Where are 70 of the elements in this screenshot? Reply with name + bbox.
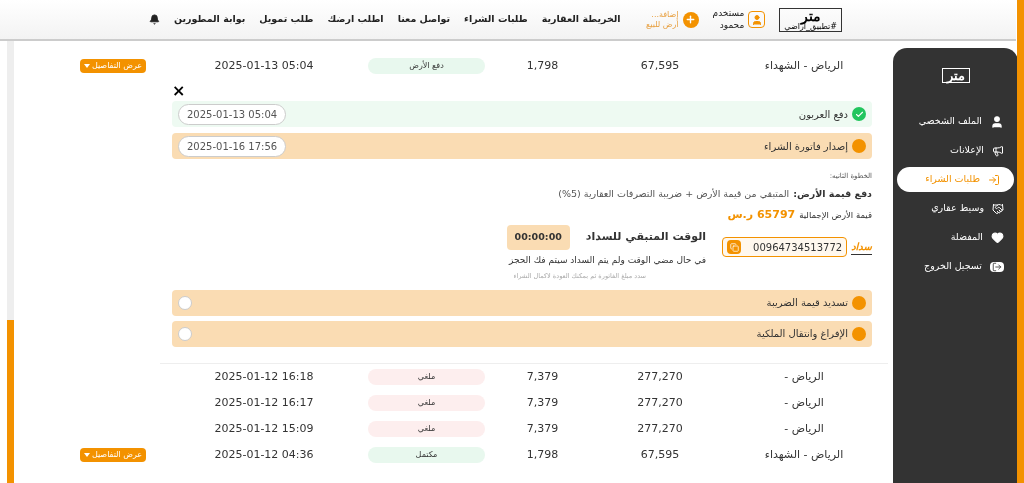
bill-number-field[interactable]: 00964734513772 [722, 237, 848, 258]
login-icon [988, 173, 1000, 186]
price-cell-text: 277,270 [636, 394, 684, 411]
step-label: تسديد قيمة الضريبة [766, 296, 848, 311]
location-cell-text: الرياض - [783, 368, 825, 385]
area-cell-text: 7,379 [525, 368, 560, 385]
date-cell-text: 2025-01-12 16:17 [213, 394, 315, 411]
area-cell-text: 7,379 [525, 420, 560, 437]
status-badge: ملغي [368, 420, 485, 437]
nav-link[interactable]: طلب تمويل [259, 12, 314, 27]
price-cell-text: 67,595 [639, 57, 681, 74]
user-name: محمود [718, 19, 745, 31]
location-cell-text: الرياض - [783, 420, 825, 437]
copy-icon[interactable] [727, 240, 742, 255]
step-label: الإفراغ وانتقال الملكية [756, 327, 848, 342]
step-date: 2025-01-13 05:04 [178, 103, 287, 125]
avatar-icon[interactable] [748, 11, 766, 28]
step-label: دفع العربون [798, 107, 848, 122]
location-cell-text: الرياض - الشهداء [763, 57, 845, 74]
area-cell-text: 7,379 [525, 394, 560, 411]
sidebar-item[interactable]: وسيط عقاري [893, 196, 1018, 221]
area-cell-text: 1,798 [525, 57, 560, 74]
status-badge: ملغي [368, 394, 485, 411]
sidebar-item[interactable]: المفضلة [893, 225, 1018, 250]
price-cell-text: 67,595 [639, 446, 681, 463]
total-amount: 65797 ر.س [727, 206, 796, 223]
sidebar-item[interactable]: الملف الشخصي [893, 109, 1018, 134]
nav-link[interactable]: تواصل معنا [397, 12, 451, 27]
area-cell-text: 1,798 [525, 446, 560, 463]
step-date: 2025-01-16 17:56 [178, 135, 287, 157]
location-cell-text: الرياض - الشهداء [763, 446, 845, 463]
date-cell-text: 2025-01-12 16:18 [213, 368, 315, 385]
warning-text: في حال مضي الوقت ولم يتم السداد سيتم فك الحجز [507, 253, 707, 267]
price-cell-text: 277,270 [636, 368, 684, 385]
status-badge: ملغي [368, 368, 485, 385]
status-badge: دفع الأرض [368, 58, 485, 74]
remaining-label: الوقت المتبقي للسداد [585, 229, 707, 246]
add-icon[interactable] [682, 11, 699, 28]
check-icon [852, 107, 866, 121]
bell-icon[interactable] [148, 14, 160, 25]
step-label: إصدار فاتورة الشراء [763, 139, 848, 154]
step-description: المتبقي من قيمة الأرض + ضريبة التصرفات العقارية (5%) [558, 186, 790, 201]
close-button[interactable]: × [172, 83, 186, 99]
countdown-timer: 00:00:00 [506, 225, 570, 250]
nav-link[interactable]: الخريطة العقارية [541, 12, 621, 27]
nav-link[interactable]: طلبات الشراء [464, 12, 528, 27]
total-label: قيمة الأرض الإجمالية [799, 208, 872, 222]
logout-icon [990, 261, 1004, 272]
sidebar-item[interactable]: تسجيل الخروج [893, 254, 1018, 279]
nav-link[interactable]: بوابة المطورين [173, 12, 246, 27]
status-badge: مكتمل [368, 446, 485, 463]
logo[interactable]: متر #تطبيق_أراضي [779, 7, 842, 32]
sidebar-item[interactable]: الإعلانات [893, 138, 1018, 163]
caret-icon [83, 64, 90, 68]
handshake-icon [992, 202, 1004, 215]
nav-link[interactable]: اطلب ارضك [327, 12, 384, 27]
sadad-logo: سداد [851, 239, 872, 256]
radio-icon [178, 326, 192, 341]
heart-icon [991, 231, 1004, 244]
user-icon [990, 114, 1004, 129]
radio-icon [178, 295, 192, 310]
date-cell-text: 2025-01-13 05:04 [213, 57, 315, 74]
location-cell-text: الرياض - [783, 394, 825, 411]
megaphone-icon [992, 144, 1004, 157]
date-cell-text: 2025-01-12 15:09 [213, 420, 315, 437]
user-role: مستخدم [712, 8, 745, 20]
caret-icon [83, 452, 90, 457]
price-cell-text: 277,270 [636, 420, 684, 437]
date-cell-text: 2025-01-12 04:36 [213, 446, 315, 463]
step-title: دفع قيمة الأرض: [793, 186, 872, 201]
